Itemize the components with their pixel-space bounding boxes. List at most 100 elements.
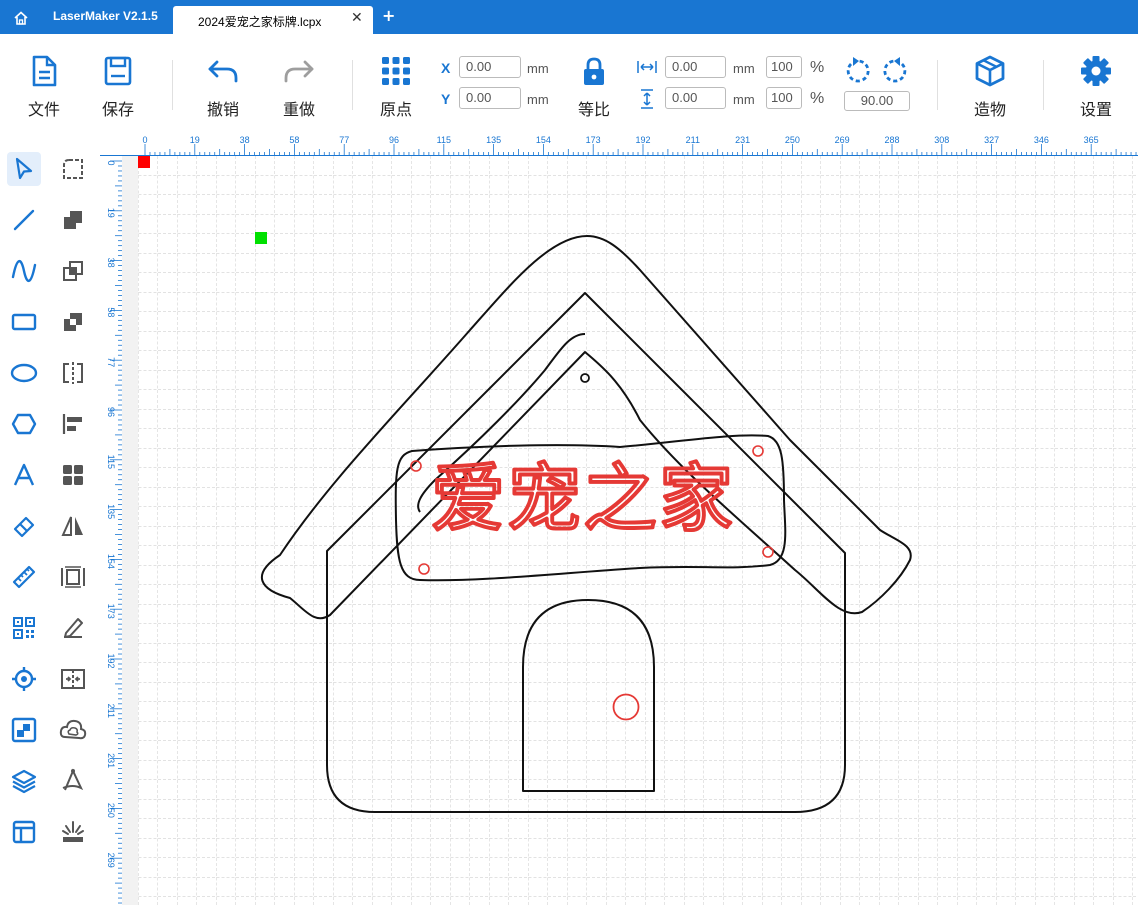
height-icon <box>641 89 653 109</box>
redo-button[interactable]: 重做 <box>269 54 329 120</box>
layers-icon <box>11 769 37 794</box>
mirror-horizontal-tool[interactable] <box>56 356 90 390</box>
align-tool[interactable] <box>56 407 90 441</box>
home-icon <box>14 11 28 25</box>
array-tool[interactable] <box>56 458 90 492</box>
toolbar-separator <box>1043 60 1044 110</box>
x-position-input[interactable]: 0.00 <box>459 56 521 78</box>
rectangle-tool[interactable] <box>7 305 41 339</box>
qrcode-tool[interactable] <box>7 611 41 645</box>
height-input[interactable]: 0.00 <box>665 87 726 109</box>
tab-document[interactable]: 2024爱宠之家标牌.lcpx ✕ <box>173 6 373 34</box>
eraser-tool[interactable] <box>7 509 41 543</box>
text-a-icon <box>13 463 35 486</box>
ruler-label: 231 <box>106 753 116 768</box>
rotate-ccw-icon[interactable] <box>844 56 872 86</box>
width-percent-input[interactable]: 100 <box>766 56 802 78</box>
select-tool[interactable] <box>7 152 41 186</box>
width-unit: mm <box>733 61 755 76</box>
text-tool[interactable] <box>7 458 41 492</box>
subtract-tool[interactable] <box>56 305 90 339</box>
ruler-label: 173 <box>106 604 116 619</box>
ruler-label: 38 <box>240 135 250 145</box>
curve-tool[interactable] <box>7 254 41 288</box>
ruler-label: 288 <box>884 135 899 145</box>
file-button[interactable]: 文件 <box>14 54 74 120</box>
ruler-label: 115 <box>106 455 116 469</box>
path-triangle-icon <box>62 768 84 791</box>
height-percent-input[interactable]: 100 <box>766 87 802 109</box>
path-node-tool[interactable] <box>56 764 90 798</box>
gear-icon <box>1081 56 1111 86</box>
y-position-input[interactable]: 0.00 <box>459 87 521 109</box>
y-unit: mm <box>527 92 549 107</box>
offset-tool[interactable] <box>56 713 90 747</box>
width-input[interactable]: 0.00 <box>665 56 726 78</box>
save-button[interactable]: 保存 <box>88 54 148 120</box>
height-percent-sign: % <box>810 90 825 107</box>
combine-tool[interactable] <box>56 203 90 237</box>
tab-close-button[interactable]: ✕ <box>351 10 363 26</box>
object-button[interactable]: 造物 <box>960 54 1020 120</box>
object-label: 造物 <box>973 100 1006 119</box>
proportional-lock-button[interactable]: 等比 <box>564 54 624 120</box>
cursor-arrow-icon <box>15 157 33 180</box>
hexagon-icon <box>11 413 37 435</box>
ruler-label: 19 <box>106 208 116 218</box>
lock-icon <box>584 57 604 85</box>
line-icon <box>13 209 35 231</box>
sign-text[interactable]: 爱宠之家 <box>430 455 735 543</box>
ruler-label: 96 <box>106 407 116 417</box>
ruler-label: 38 <box>106 258 116 268</box>
ruler-label: 346 <box>1034 135 1049 145</box>
subtract-shapes-icon <box>64 313 82 331</box>
ellipse-tool[interactable] <box>7 356 41 390</box>
rotate-angle-input[interactable]: 90.00 <box>844 91 910 111</box>
intersect-tool[interactable] <box>56 254 90 288</box>
layers-tool[interactable] <box>7 764 41 798</box>
settings-button[interactable]: 设置 <box>1066 54 1126 120</box>
laser-beam-icon <box>62 821 84 842</box>
ruler-label: 211 <box>106 704 116 718</box>
line-tool[interactable] <box>7 203 41 237</box>
settings-label: 设置 <box>1079 100 1112 119</box>
ruler-label: 58 <box>289 135 299 145</box>
height-unit: mm <box>733 92 755 107</box>
ruler-label: 154 <box>106 554 116 569</box>
split-tool[interactable] <box>56 662 90 696</box>
corner-tool[interactable] <box>56 152 90 186</box>
origin-button[interactable]: 原点 <box>366 54 426 120</box>
home-button[interactable] <box>8 6 34 30</box>
origin-grid-icon <box>382 57 410 85</box>
mirror-tool[interactable] <box>56 509 90 543</box>
title-bar: LaserMaker V2.1.5 2024爱宠之家标牌.lcpx ✕ + <box>0 0 1138 34</box>
rotate-cw-icon[interactable] <box>881 56 909 86</box>
distribute-tool[interactable] <box>56 560 90 594</box>
intersect-shapes-icon <box>63 261 83 281</box>
ruler-label: 58 <box>106 307 116 317</box>
y-label: Y <box>441 91 451 107</box>
grid-array-icon <box>63 465 83 485</box>
undo-button[interactable]: 撤销 <box>193 54 253 120</box>
ruler-label: 0 <box>106 160 116 165</box>
draw-edit-tool[interactable] <box>56 611 90 645</box>
layout-tool[interactable] <box>7 815 41 849</box>
pen-edit-icon <box>64 618 83 638</box>
ruler-label: 192 <box>106 653 116 668</box>
polygon-tool[interactable] <box>7 407 41 441</box>
ruler-label: 250 <box>106 803 116 818</box>
measure-tool[interactable] <box>7 560 41 594</box>
app-title: LaserMaker V2.1.5 <box>53 9 158 23</box>
toolbar-separator <box>172 60 173 110</box>
laser-tool[interactable] <box>56 815 90 849</box>
ruler-label: 173 <box>586 135 601 145</box>
position-tool[interactable] <box>7 662 41 696</box>
cube-icon <box>975 55 1005 87</box>
image-frame-tool[interactable] <box>7 713 41 747</box>
vertical-ruler: 0 19 38 58 77 96 115 135 154 173 192 211 231 250 269 <box>100 156 122 905</box>
x-unit: mm <box>527 61 549 76</box>
add-tab-button[interactable]: + <box>382 6 395 25</box>
distribute-icon <box>61 566 85 588</box>
design-canvas[interactable]: 爱宠之家 <box>122 156 1138 905</box>
position-marker <box>255 232 267 244</box>
